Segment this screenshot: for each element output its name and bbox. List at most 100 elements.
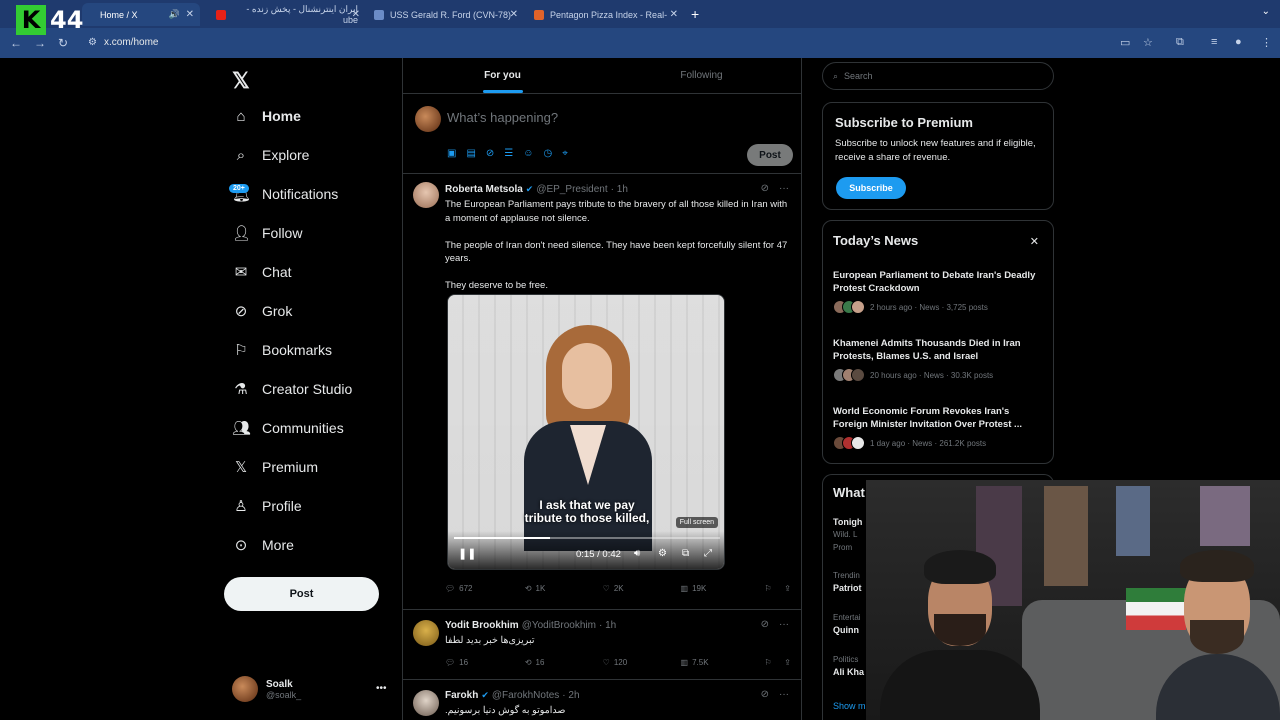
account-switcher[interactable]: Soalk @soalk_ [232,676,301,702]
close-icon[interactable]: ✕ [670,9,678,20]
views-button[interactable]: ▥ 7.5K [681,658,765,667]
sidebar-item-explore[interactable]: ⌕ Explore [232,141,310,169]
tweet[interactable]: Yodit Brookhim @YoditBrookhim · 1h ⊘ ···… [403,610,801,680]
more-dots-icon[interactable]: ··· [779,183,789,194]
cast-icon[interactable]: ▭ [1120,36,1130,49]
composer-toolbar: ▣ ▤ ⊘ ☰ ☺ ◷ ⌖ [447,148,568,159]
location-icon[interactable]: ⌖ [562,148,568,159]
grok-icon[interactable]: ⊘ [761,689,769,700]
pip-icon[interactable]: ⧉ [682,548,689,559]
bookmark-icon[interactable]: ⚐ [764,658,784,667]
tweet-time[interactable]: · 1h [599,620,616,631]
news-item[interactable]: European Parliament to Debate Iran's Dea… [833,269,1045,314]
grok-icon[interactable]: ⊘ [761,183,769,194]
sidebar-item-follow[interactable]: 👤︎ Follow [232,219,302,247]
sidebar-item-communities[interactable]: 👥︎ Communities [232,414,344,442]
tweet[interactable]: Farokh ✔ @FarokhNotes · 2h ⊘ ··· صداموتو… [403,680,801,720]
image-icon[interactable]: ▣ [447,148,456,159]
video-scrubber[interactable] [454,537,720,539]
sidebar-item-premium[interactable]: 𝕏 Premium [232,453,318,481]
sidebar-item-notifications[interactable]: 🔔︎ Notifications [232,180,338,208]
news-item[interactable]: World Economic Forum Revokes Iran's Fore… [833,405,1045,450]
poll-icon[interactable]: ☰ [504,148,513,159]
like-button[interactable]: ♡ 2K [603,584,681,593]
extensions-icon[interactable]: ⧉ [1176,36,1184,49]
share-icon[interactable]: ⇪ [784,584,791,593]
sidebar-toggle-icon[interactable]: ≡ [1211,36,1217,48]
reply-button[interactable]: 💬︎ 672 [445,584,525,593]
new-tab-icon[interactable]: + [691,6,699,22]
tweet-author[interactable]: Roberta Metsola [445,184,523,195]
url-field[interactable]: x.com/home [104,37,158,48]
tweet-handle[interactable]: @YoditBrookhim [522,620,596,631]
close-icon[interactable]: ✕ [186,9,194,20]
tweet[interactable]: Roberta Metsola ✔ @EP_President · 1h ⊘ ·… [403,174,801,610]
close-icon[interactable]: ✕ [352,9,360,20]
subscribe-button[interactable]: Subscribe [836,177,906,199]
tab-following[interactable]: Following [602,58,801,93]
trend-name[interactable]: Ali Kha [833,667,864,677]
pause-icon[interactable]: ❚❚ [458,547,476,560]
views-button[interactable]: ▥ 19K [681,584,765,593]
tweet-author[interactable]: Farokh [445,690,478,701]
trend-name[interactable]: Quinn [833,625,859,635]
news-meta: 2 hours ago · News · 3,725 posts [870,302,988,312]
bookmark-icon[interactable]: ⚐ [764,584,784,593]
browser-tab-pizza-index[interactable]: Pentagon Pizza Index - Real- ✕ [526,3,684,26]
trend-title[interactable]: Tonigh [833,517,862,527]
grok-icon[interactable]: ⊘ [486,148,494,159]
browser-tab-iranintl[interactable]: ایران اینترنشنال - پخش زنده - ube ✕ [208,3,366,26]
back-icon[interactable]: ← [10,36,22,50]
volume-icon[interactable]: 🔊︎ [634,548,640,559]
tweet-time[interactable]: · 1h [611,184,628,195]
tab-search-chevron-icon[interactable]: ⌄ [1262,6,1270,17]
sidebar-item-chat[interactable]: ✉ Chat [232,258,292,286]
tweet-time[interactable]: · 2h [562,690,579,701]
bookmark-star-icon[interactable]: ☆ [1143,36,1153,49]
composer-post-button[interactable]: Post [747,144,793,166]
emoji-icon[interactable]: ☺ [523,148,533,159]
share-icon[interactable]: ⇪ [784,658,791,667]
trend-name[interactable]: Patriot [833,583,862,593]
sidebar-item-grok[interactable]: ⊘ Grok [232,297,293,325]
close-icon[interactable]: ✕ [1030,235,1039,248]
show-more-link[interactable]: Show m [833,701,866,711]
settings-icon[interactable]: ⚙ [658,548,667,559]
kebab-menu-icon[interactable]: ⋮ [1261,36,1272,49]
profile-icon[interactable]: ● [1235,36,1242,48]
browser-tab-uss-ford[interactable]: USS Gerald R. Ford (CVN-78) ✕ [366,3,524,26]
tweet-handle[interactable]: @FarokhNotes [492,690,559,701]
more-dots-icon[interactable]: ··· [779,689,789,700]
reload-icon[interactable]: ↻ [58,36,68,50]
site-settings-icon[interactable]: ⚙ [88,37,97,48]
grok-icon[interactable]: ⊘ [761,619,769,630]
sidebar-item-bookmarks[interactable]: ⚐ Bookmarks [232,336,332,364]
more-dots-icon[interactable]: ··· [779,619,789,630]
speaker-icon[interactable]: 🔊 [169,9,180,20]
fullscreen-icon[interactable]: ⤢ [704,548,712,559]
sidebar-item-profile[interactable]: ♙ Profile [232,492,301,520]
composer-input[interactable]: What’s happening? [447,110,558,125]
repost-button[interactable]: ⟲ 16 [525,658,603,667]
close-icon[interactable]: ✕ [510,9,518,20]
news-item[interactable]: Khamenei Admits Thousands Died in Iran P… [833,337,1045,382]
forward-icon[interactable]: → [34,36,46,50]
verified-badge-icon: ✔ [525,184,534,194]
sidebar-item-home[interactable]: ⌂ Home [232,102,300,130]
like-button[interactable]: ♡ 120 [603,658,681,667]
more-dots-icon[interactable]: ••• [376,683,387,694]
repost-button[interactable]: ⟲ 1K [525,584,603,593]
tweet-author[interactable]: Yodit Brookhim [445,620,519,631]
reply-button[interactable]: 💬︎ 16 [445,658,525,667]
search-input[interactable]: ⌕ Search [822,62,1054,90]
browser-tab-x[interactable]: Home / X 🔊 ✕ [82,3,200,26]
x-logo-icon[interactable]: 𝕏 [232,68,250,94]
post-button[interactable]: Post [224,577,379,611]
schedule-icon[interactable]: ◷ [543,148,552,159]
tweet-handle[interactable]: @EP_President [536,184,607,195]
video-player[interactable]: I ask that we pay tribute to those kille… [447,294,725,570]
gif-icon[interactable]: ▤ [466,148,475,159]
tab-for-you[interactable]: For you [403,58,602,93]
sidebar-item-more[interactable]: ⊙ More [232,531,294,559]
sidebar-item-creator-studio[interactable]: ⚗ Creator Studio [232,375,352,403]
